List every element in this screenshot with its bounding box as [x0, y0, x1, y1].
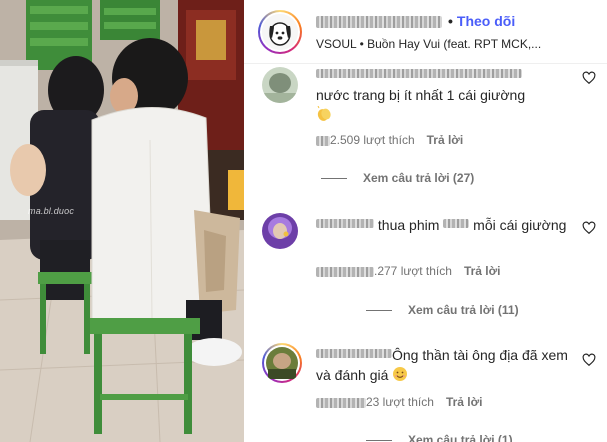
likes-count[interactable]: 2.509 lượt thích — [330, 133, 415, 147]
comment-text: thua phim mỗi cái giường — [316, 215, 576, 235]
view-replies-button[interactable]: Xem câu trả lời (1) — [366, 433, 513, 442]
likes-count[interactable]: 23 lượt thích — [366, 395, 434, 409]
comment-meta: 2.509 lượt thích Trả lời — [316, 133, 463, 147]
video-frame — [0, 0, 244, 442]
separator-dot: • — [448, 13, 453, 29]
view-replies-label: Xem câu trả lời (1) — [408, 433, 513, 442]
comment-text: nước trang bị ít nhất 1 cái giường — [316, 85, 576, 125]
commenter-username[interactable] — [316, 69, 522, 78]
comment-meta: .277 lượt thích Trả lời — [316, 264, 501, 278]
video-watermark: ma.bl.duoc — [28, 206, 75, 216]
author-username[interactable] — [316, 16, 442, 29]
like-heart-icon[interactable] — [582, 353, 596, 367]
commenter-avatar-story-ring[interactable] — [262, 343, 302, 383]
dog-avatar-icon — [262, 14, 298, 50]
smiling-face-icon — [393, 367, 408, 381]
follow-button[interactable]: Theo dõi — [457, 13, 515, 29]
avatar-image — [262, 67, 298, 103]
view-replies-label: Xem câu trả lời (11) — [408, 303, 519, 317]
likes-count-blur — [316, 266, 374, 277]
avatar-image — [262, 213, 298, 249]
view-replies-button[interactable]: Xem câu trả lời (11) — [366, 303, 519, 317]
reply-button[interactable]: Trả lời — [446, 395, 483, 409]
commenter-username[interactable] — [316, 349, 392, 358]
replies-divider — [366, 440, 392, 442]
reply-button[interactable]: Trả lời — [427, 133, 464, 147]
commenter-avatar[interactable] — [262, 213, 298, 249]
post-header: • Theo dõi VSOUL • Buồn Hay Vui (feat. RP… — [244, 0, 607, 64]
comment-body: nước trang bị ít nhất 1 cái giường — [316, 87, 526, 103]
author-row: • Theo dõi — [316, 13, 515, 29]
likes-count-blur — [316, 135, 330, 146]
avatar-image — [264, 345, 300, 381]
audio-track[interactable]: VSOUL • Buồn Hay Vui (feat. RPT MCK,... — [316, 37, 541, 51]
clapping-hands-icon — [317, 106, 331, 121]
reply-button[interactable]: Trả lời — [464, 264, 501, 278]
comment-body-part-1: thua phim — [377, 217, 440, 233]
replies-divider — [366, 310, 392, 312]
author-avatar[interactable] — [258, 10, 302, 54]
likes-count[interactable]: .277 lượt thích — [374, 264, 452, 278]
like-heart-icon[interactable] — [582, 221, 596, 235]
comment-meta: 23 lượt thích Trả lời — [316, 395, 482, 409]
like-heart-icon[interactable] — [582, 71, 596, 85]
comment-text: Ông thần tài ông địa đã xem và đánh giá — [316, 345, 576, 385]
replies-divider — [321, 178, 347, 180]
comment-body-part-2: mỗi cái giường — [473, 217, 567, 233]
redacted-word — [443, 219, 470, 228]
comments-panel: • Theo dõi VSOUL • Buồn Hay Vui (feat. RP… — [244, 0, 607, 442]
likes-count-blur — [316, 397, 366, 408]
view-replies-label: Xem câu trả lời (27) — [363, 171, 475, 185]
commenter-avatar[interactable] — [262, 67, 298, 103]
video-player[interactable]: ma.bl.duoc — [0, 0, 244, 442]
commenter-username[interactable] — [316, 219, 374, 228]
view-replies-button[interactable]: Xem câu trả lời (27) — [321, 171, 474, 185]
